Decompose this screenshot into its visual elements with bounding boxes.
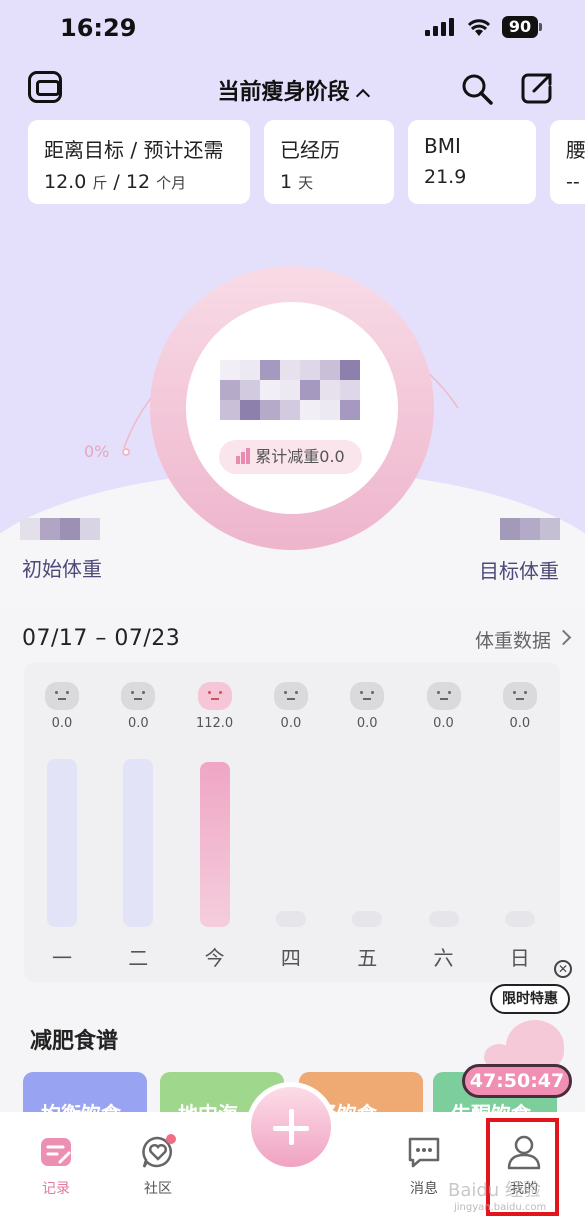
weight-bar[interactable] bbox=[47, 759, 77, 927]
mood-face-icon bbox=[45, 682, 79, 710]
chart-column: 0.0 一 bbox=[32, 662, 92, 982]
bar-value-label: 0.0 bbox=[356, 716, 378, 731]
card-bmi[interactable]: BMI 21.9 bbox=[408, 120, 536, 204]
watermark: Baidu 经验 bbox=[448, 1180, 541, 1201]
progress-percent: 0% bbox=[84, 442, 110, 461]
mood-face-icon bbox=[426, 682, 461, 710]
target-weight-label: 目标体重 bbox=[479, 559, 559, 583]
battery-icon: 90 bbox=[502, 16, 542, 38]
mood-face-icon bbox=[350, 682, 385, 710]
card-value: 1 天 bbox=[280, 171, 314, 193]
weight-bar[interactable] bbox=[275, 911, 306, 927]
weight-bar[interactable] bbox=[428, 911, 459, 927]
card-value: -- bbox=[566, 171, 580, 193]
target-weight-blurred bbox=[500, 518, 560, 540]
card-value: 21.9 bbox=[424, 166, 467, 188]
stage-selector[interactable]: 当前瘦身阶段 bbox=[0, 74, 585, 106]
bar-value-label: 0.0 bbox=[127, 716, 149, 731]
card-days-elapsed[interactable]: 已经历 1 天 bbox=[264, 120, 394, 204]
day-label: 五 bbox=[357, 946, 378, 970]
chart-column: 0.0 四 bbox=[261, 662, 321, 982]
tab-record[interactable]: 记录 bbox=[16, 1134, 96, 1198]
mood-face-icon bbox=[121, 682, 156, 710]
cellular-signal-icon bbox=[425, 18, 454, 36]
status-bar: 16:29 90 bbox=[0, 0, 585, 56]
chart-column: 0.0 六 bbox=[414, 662, 474, 982]
card-waist[interactable]: 腰 -- bbox=[550, 120, 585, 204]
tab-label: 记录 bbox=[42, 1181, 70, 1197]
week-range: 07/17 – 07/23 bbox=[22, 626, 181, 651]
diet-section-title: 减肥食谱 bbox=[30, 1029, 119, 1054]
share-icon[interactable] bbox=[520, 71, 554, 105]
weight-bar[interactable] bbox=[199, 762, 230, 927]
close-icon[interactable]: ✕ bbox=[554, 960, 572, 978]
day-label: 四 bbox=[280, 946, 301, 970]
card-label: 距离目标 / 预计还需 bbox=[44, 138, 224, 162]
bar-chart-icon bbox=[236, 442, 251, 476]
chart-column: 0.0 五 bbox=[337, 662, 397, 982]
tab-label: 社区 bbox=[144, 1181, 172, 1197]
day-label: 一 bbox=[52, 946, 72, 970]
watermark-url: jingyan.baidu.com bbox=[454, 1202, 547, 1213]
current-weight-blurred bbox=[220, 360, 360, 420]
message-icon bbox=[408, 1137, 440, 1168]
card-label: 已经历 bbox=[280, 138, 340, 162]
wifi-icon bbox=[467, 19, 491, 36]
diet-tab-balanced[interactable]: 均衡饮食 bbox=[23, 1072, 147, 1117]
mood-face-icon bbox=[502, 682, 537, 710]
mood-face-icon bbox=[273, 682, 308, 710]
total-loss-badge: 累计减重0.0 bbox=[219, 440, 362, 474]
weight-data-link[interactable]: 体重数据 bbox=[475, 626, 551, 653]
weight-bar[interactable] bbox=[123, 759, 154, 927]
chart-column: 0.0 日 bbox=[490, 662, 550, 982]
heart-chat-icon bbox=[142, 1134, 176, 1168]
search-icon[interactable] bbox=[460, 72, 494, 106]
weekly-weight-chart: 0.0 一 0.0 二 112.0 今 0.0 四 0.0 五 0.0 六 0.0 日 bbox=[24, 662, 560, 982]
bar-value-label: 0.0 bbox=[280, 716, 302, 731]
notepad-icon bbox=[41, 1138, 71, 1166]
tab-community[interactable]: 社区 bbox=[118, 1134, 198, 1198]
promo-widget[interactable]: ✕ 限时特惠 47:50:47 bbox=[462, 960, 582, 1100]
promo-badge: 限时特惠 bbox=[490, 984, 570, 1014]
stat-cards: 距离目标 / 预计还需 12.0 斤 / 12 个月 已经历 1 天 BMI 2… bbox=[28, 120, 585, 204]
mood-face-icon bbox=[197, 682, 232, 710]
weight-bar[interactable] bbox=[352, 911, 383, 927]
stage-title: 当前瘦身阶段 bbox=[217, 80, 350, 105]
top-bar: 当前瘦身阶段 bbox=[0, 66, 585, 112]
day-label: 今 bbox=[204, 946, 225, 970]
progress-dot bbox=[122, 448, 130, 456]
day-label: 二 bbox=[128, 946, 149, 970]
weight-bar[interactable] bbox=[504, 911, 535, 927]
bar-value-label: 112.0 bbox=[195, 716, 234, 731]
card-label: 腰 bbox=[566, 138, 585, 162]
card-goal-distance[interactable]: 距离目标 / 预计还需 12.0 斤 / 12 个月 bbox=[28, 120, 250, 204]
bar-value-label: 0.0 bbox=[51, 716, 73, 731]
card-label: BMI bbox=[424, 134, 461, 158]
bar-value-label: 0.0 bbox=[509, 716, 531, 731]
start-weight-blurred bbox=[20, 518, 100, 540]
add-record-button[interactable] bbox=[246, 1082, 336, 1172]
card-value: 12.0 斤 / 12 个月 bbox=[44, 171, 187, 193]
chart-column: 112.0 今 bbox=[185, 662, 245, 982]
chart-column: 0.0 二 bbox=[108, 662, 168, 982]
bar-value-label: 0.0 bbox=[433, 716, 454, 731]
chevron-up-icon bbox=[355, 88, 370, 104]
status-time: 16:29 bbox=[60, 14, 137, 42]
start-weight-label: 初始体重 bbox=[22, 557, 102, 581]
promo-countdown: 47:50:47 bbox=[462, 1064, 572, 1098]
total-loss-text: 累计减重0.0 bbox=[255, 447, 345, 466]
